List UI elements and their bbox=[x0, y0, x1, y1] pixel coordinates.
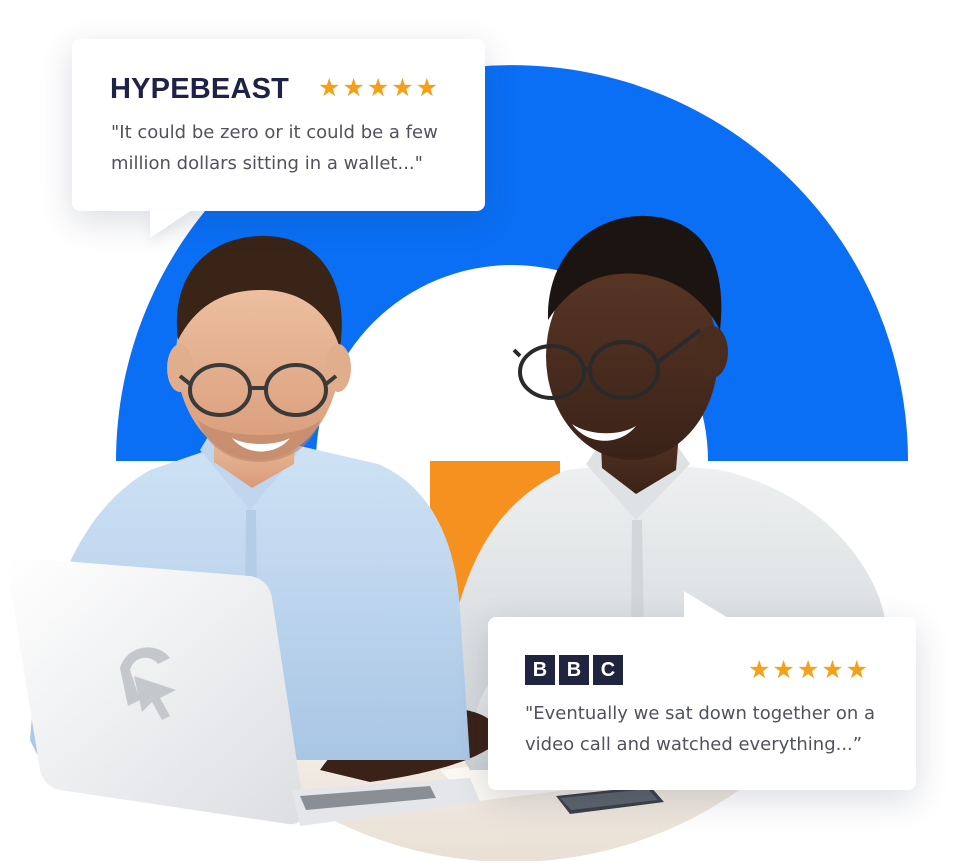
bbc-letter: B bbox=[559, 655, 589, 685]
star-rating-icon: ★★★★★ bbox=[318, 73, 441, 102]
testimonial-card-hypebeast: HYPEBEAST ★★★★★ "It could be zero or it … bbox=[72, 39, 485, 238]
testimonial-quote: "It could be zero or it could be a few m… bbox=[111, 122, 438, 174]
testimonial-scene: HYPEBEAST ★★★★★ "It could be zero or it … bbox=[0, 0, 964, 862]
bbc-logo: B B C bbox=[525, 655, 623, 685]
testimonial-card-bbc: B B C ★★★★★ "Eventually we sat down toge… bbox=[488, 591, 916, 790]
speech-tail bbox=[684, 591, 728, 618]
testimonial-quote: "Eventually we sat down together on a vi… bbox=[525, 703, 876, 755]
hypebeast-logo: HYPEBEAST bbox=[110, 73, 290, 105]
star-rating-icon: ★★★★★ bbox=[748, 655, 871, 684]
speech-tail bbox=[150, 210, 192, 238]
bbc-letter: B bbox=[525, 655, 555, 685]
bbc-letter: C bbox=[593, 655, 623, 685]
